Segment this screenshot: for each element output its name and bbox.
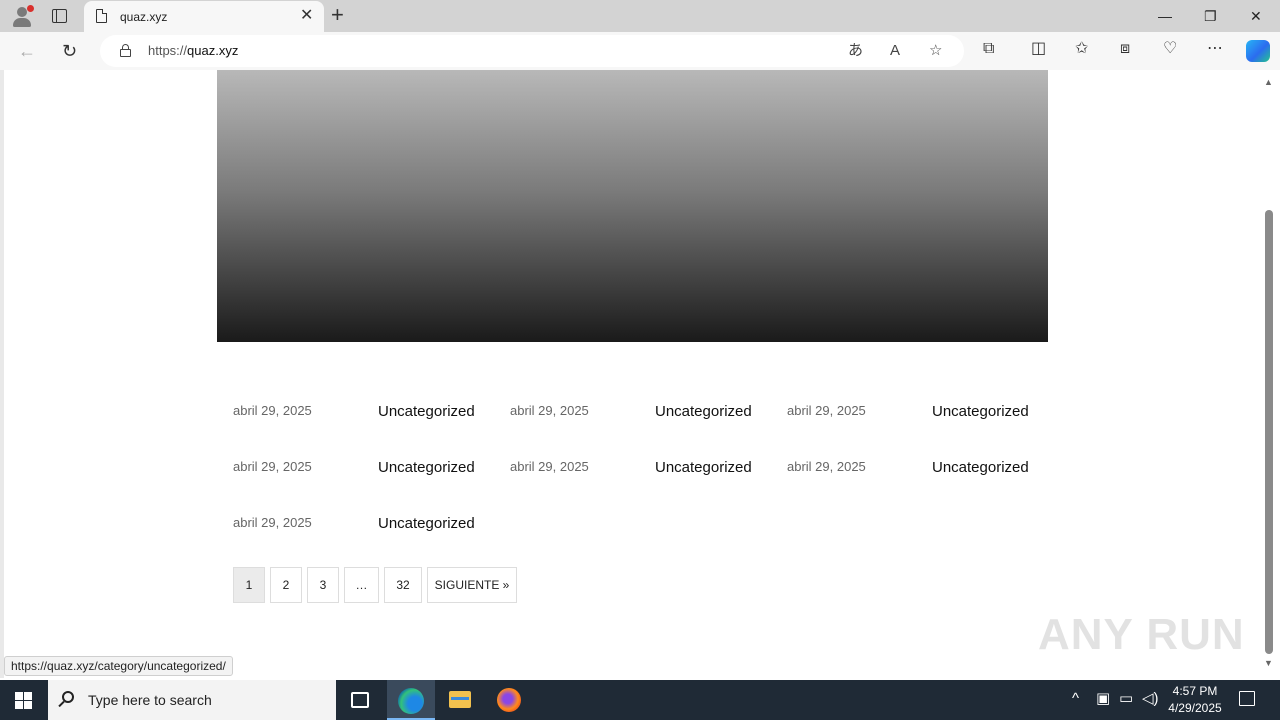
post-category-link[interactable]: Uncategorized bbox=[932, 403, 1029, 420]
reload-icon[interactable]: ↻ bbox=[62, 40, 77, 62]
browser-essentials-icon[interactable]: ♡ bbox=[1163, 39, 1177, 59]
post-date[interactable]: abril 29, 2025 bbox=[787, 403, 866, 418]
page-ellipsis: … bbox=[344, 567, 379, 603]
address-bar[interactable]: https://quaz.xyz あ A ☆ bbox=[100, 35, 964, 67]
windows-start-icon[interactable] bbox=[15, 692, 32, 709]
post-category-link[interactable]: Uncategorized bbox=[378, 515, 475, 532]
network-icon[interactable]: ▭ bbox=[1119, 689, 1133, 709]
search-placeholder: Type here to search bbox=[88, 692, 212, 708]
edge-icon bbox=[398, 688, 424, 714]
collections-icon[interactable]: ⧈ bbox=[1120, 39, 1130, 59]
taskbar-search-box[interactable]: Type here to search bbox=[48, 680, 336, 720]
restore-icon[interactable]: ❐ bbox=[1204, 6, 1217, 26]
notifications-icon[interactable] bbox=[1239, 691, 1255, 706]
minimize-icon[interactable]: — bbox=[1158, 6, 1172, 26]
post-category-link[interactable]: Uncategorized bbox=[932, 459, 1029, 476]
profile-avatar-icon[interactable] bbox=[10, 5, 34, 27]
task-view-icon[interactable] bbox=[351, 692, 369, 708]
tab-actions-icon[interactable] bbox=[52, 9, 67, 23]
close-window-icon[interactable]: ✕ bbox=[1250, 6, 1262, 26]
page-current: 1 bbox=[233, 567, 265, 603]
file-explorer-icon[interactable] bbox=[449, 691, 471, 708]
lock-icon[interactable] bbox=[120, 44, 131, 57]
split-screen-icon[interactable]: ◫ bbox=[1031, 39, 1046, 59]
page-link-3[interactable]: 3 bbox=[307, 567, 339, 603]
status-bar-url: https://quaz.xyz/category/uncategorized/ bbox=[4, 656, 233, 676]
volume-icon[interactable]: ◁) bbox=[1142, 689, 1159, 709]
clock-time[interactable]: 4:57 PM bbox=[1172, 684, 1218, 698]
scroll-up-arrow-icon[interactable]: ▲ bbox=[1264, 77, 1273, 87]
post-date[interactable]: abril 29, 2025 bbox=[510, 459, 589, 474]
new-tab-icon[interactable]: + bbox=[331, 3, 344, 27]
back-arrow-icon[interactable]: ← bbox=[18, 40, 36, 62]
tab-title: quaz.xyz bbox=[120, 10, 168, 24]
page-link-32[interactable]: 32 bbox=[384, 567, 422, 603]
favorites-icon[interactable]: ✩ bbox=[1075, 39, 1088, 59]
clock-date[interactable]: 4/29/2025 bbox=[1166, 701, 1224, 715]
copilot-icon[interactable] bbox=[1246, 40, 1270, 62]
featured-image[interactable] bbox=[217, 70, 1048, 342]
page-icon bbox=[96, 9, 107, 23]
post-date[interactable]: abril 29, 2025 bbox=[787, 459, 866, 474]
windows-taskbar: Type here to search ^ ▣ ▭ ◁) 4:57 PM 4/2… bbox=[0, 680, 1280, 720]
tab-quaz[interactable]: quaz.xyz ✕ bbox=[84, 1, 324, 32]
search-icon bbox=[62, 691, 74, 703]
post-category-link[interactable]: Uncategorized bbox=[655, 459, 752, 476]
scrollbar-thumb[interactable] bbox=[1265, 210, 1273, 654]
meet-now-icon[interactable]: ▣ bbox=[1096, 689, 1110, 709]
favorite-star-icon[interactable]: ☆ bbox=[929, 41, 942, 61]
translate-icon[interactable]: あ bbox=[848, 41, 863, 61]
read-aloud-icon[interactable]: A bbox=[890, 41, 900, 61]
next-page-button[interactable]: SIGUIENTE » bbox=[427, 567, 517, 603]
close-tab-icon[interactable]: ✕ bbox=[300, 7, 313, 25]
chevron-up-icon[interactable]: ^ bbox=[1072, 689, 1079, 709]
post-category-link[interactable]: Uncategorized bbox=[378, 459, 475, 476]
extensions-icon[interactable]: ⧉ bbox=[983, 39, 994, 59]
post-date[interactable]: abril 29, 2025 bbox=[510, 403, 589, 418]
url-text[interactable]: https://quaz.xyz bbox=[148, 43, 238, 58]
browser-title-bar: quaz.xyz ✕ + — ❐ ✕ bbox=[0, 0, 1280, 32]
post-category-link[interactable]: Uncategorized bbox=[655, 403, 752, 420]
scroll-down-arrow-icon[interactable]: ▼ bbox=[1264, 658, 1273, 668]
settings-more-icon[interactable]: ⋯ bbox=[1207, 39, 1223, 59]
firefox-icon[interactable] bbox=[497, 688, 521, 712]
page-link-2[interactable]: 2 bbox=[270, 567, 302, 603]
post-category-link[interactable]: Uncategorized bbox=[378, 403, 475, 420]
post-date[interactable]: abril 29, 2025 bbox=[233, 459, 312, 474]
post-date[interactable]: abril 29, 2025 bbox=[233, 515, 312, 530]
post-date[interactable]: abril 29, 2025 bbox=[233, 403, 312, 418]
anyrun-watermark: ANY RUN bbox=[1038, 610, 1245, 659]
